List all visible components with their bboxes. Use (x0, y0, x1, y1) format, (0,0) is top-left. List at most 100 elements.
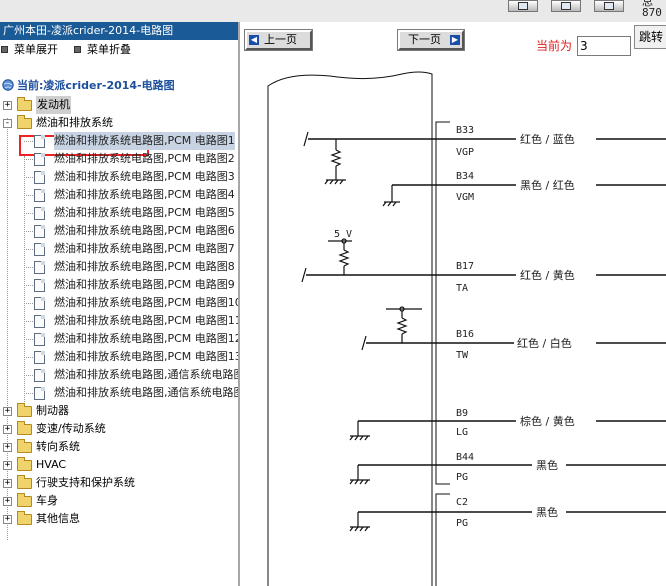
tree-connector-line (24, 141, 33, 142)
tree-doc-item[interactable]: 燃油和排放系统电路图,PCM 电路图2 (0, 150, 238, 168)
tree-doc-label: 燃油和排放系统电路图,PCM 电路图6 (54, 224, 235, 237)
document-icon (34, 261, 45, 274)
tree-connector-line (24, 285, 33, 286)
document-icon (34, 207, 45, 220)
tree-item-engine[interactable]: + 发动机 (0, 96, 238, 114)
folder-icon (17, 475, 32, 489)
tree-doc-label: 燃油和排放系统电路图,PCM 电路图10 (54, 296, 238, 309)
tree-item-brakes[interactable]: + 制动器 (0, 402, 238, 420)
collapse-toggle-icon[interactable]: - (3, 119, 12, 128)
tree-doc-item[interactable]: 燃油和排放系统电路图,PCM 电路图12 (0, 330, 238, 348)
tree-item-body[interactable]: + 车身 (0, 492, 238, 510)
folder-icon (17, 493, 32, 507)
tree-connector-line (24, 393, 33, 394)
tree-item-fuel-emission[interactable]: - 燃油和排放系统 (0, 114, 238, 132)
tree-doc-item[interactable]: 燃油和排放系统电路图,PCM 电路图13 (0, 348, 238, 366)
document-icon (34, 243, 45, 256)
tree-doc-item[interactable]: 燃油和排放系统电路图,PCM 电路图11 (0, 312, 238, 330)
tree-item-driving-support[interactable]: + 行驶支持和保护系统 (0, 474, 238, 492)
menu-expand-button[interactable]: 菜单展开 (1, 42, 58, 58)
expand-toggle-icon[interactable]: + (3, 461, 12, 470)
folder-icon (17, 457, 32, 471)
document-icon (34, 297, 45, 310)
wire-color-label: 黑色 / 红色 (520, 178, 575, 192)
expand-toggle-icon[interactable]: + (3, 479, 12, 488)
top-toolbar: 总 870 (0, 0, 666, 22)
tree-connector-line (24, 267, 33, 268)
menu-collapse-label: 菜单折叠 (87, 43, 131, 56)
pin-signal: VGM (456, 192, 474, 203)
wire-color-label: 黑色 (536, 458, 558, 472)
tree-doc-item[interactable]: 燃油和排放系统电路图,PCM 电路图10 (0, 294, 238, 312)
document-icon (34, 171, 45, 184)
tree-connector-line (24, 213, 33, 214)
tree-connector-line (24, 303, 33, 304)
tree-doc-item[interactable]: 燃油和排放系统电路图,PCM 电路图4 (0, 186, 238, 204)
tree-doc-label: 燃油和排放系统电路图,通信系统电路图1 (54, 368, 238, 381)
tree-item-label: 制动器 (36, 404, 69, 417)
tree-connector-line (24, 231, 33, 232)
tree-doc-item[interactable]: 燃油和排放系统电路图,PCM 电路图5 (0, 204, 238, 222)
pin-code: B16 (456, 329, 474, 340)
tree-doc-label: 燃油和排放系统电路图,通信系统电路图2 (54, 386, 238, 399)
tree-connector-line (24, 159, 33, 160)
tree-item-label: 车身 (36, 494, 58, 507)
tree-item-hvac[interactable]: + HVAC (0, 456, 238, 474)
tree-doc-item[interactable]: 燃油和排放系统电路图,通信系统电路图2 (0, 384, 238, 402)
tree-item-label: 燃油和排放系统 (36, 116, 113, 129)
jump-button[interactable]: 跳转 (634, 25, 666, 49)
expand-toggle-icon[interactable]: + (3, 443, 12, 452)
pin-signal: TA (456, 283, 468, 294)
tree-doc-item[interactable]: 燃油和排放系统电路图,PCM 电路图8 (0, 258, 238, 276)
page-number-input[interactable] (577, 36, 631, 56)
tree-doc-label: 燃油和排放系统电路图,PCM 电路图4 (54, 188, 235, 201)
previous-page-button[interactable]: ◀ 上一页 (244, 29, 313, 51)
tree-item-label: 转向系统 (36, 440, 80, 453)
menu-collapse-button[interactable]: 菜单折叠 (74, 42, 131, 58)
folder-icon (17, 511, 32, 525)
current-root[interactable]: 当前:凌派crider-2014-电路图 (2, 78, 175, 94)
tree-doc-label: 燃油和排放系统电路图,PCM 电路图11 (54, 314, 238, 327)
pin-code: B34 (456, 171, 474, 182)
tree-connector-line (24, 357, 33, 358)
document-icon (34, 225, 45, 238)
current-root-label: 当前:凌派crider-2014-电路图 (17, 79, 175, 92)
pin-signal: LG (456, 427, 468, 438)
tree-doc-item[interactable]: 燃油和排放系统电路图,通信系统电路图1 (0, 366, 238, 384)
globe-icon (2, 79, 14, 91)
expand-toggle-icon[interactable]: + (3, 407, 12, 416)
tree-doc-item[interactable]: 燃油和排放系统电路图,PCM 电路图7 (0, 240, 238, 258)
arrow-right-icon: ▶ (450, 35, 460, 45)
pin-signal: PG (456, 518, 468, 529)
folder-open-icon (17, 115, 32, 129)
tree-doc-item[interactable]: 燃油和排放系统电路图,PCM 电路图6 (0, 222, 238, 240)
wire-color-label: 红色 / 白色 (517, 336, 572, 350)
expand-toggle-icon[interactable]: + (3, 101, 12, 110)
tree-doc-item[interactable]: 燃油和排放系统电路图,PCM 电路图1 (0, 132, 238, 150)
expand-toggle-icon[interactable]: + (3, 515, 12, 524)
next-page-button[interactable]: 下一页 ▶ (397, 29, 465, 51)
toolbar-button-3[interactable] (594, 0, 624, 12)
folder-icon (17, 421, 32, 435)
arrow-left-icon: ◀ (249, 35, 259, 45)
wiring-diagram-canvas: 5 V B33 VGP 红色 / 蓝色 B34 VGM 黑色 / 红色 B17 … (267, 71, 666, 586)
window-icon (604, 2, 614, 10)
document-icon (34, 333, 45, 346)
expand-toggle-icon[interactable]: + (3, 425, 12, 434)
expand-toggle-icon[interactable]: + (3, 497, 12, 506)
toolbar-button-2[interactable] (551, 0, 581, 12)
toolbar-button-1[interactable] (508, 0, 538, 12)
tree-doc-label: 燃油和排放系统电路图,PCM 电路图8 (54, 260, 235, 273)
folder-icon (17, 439, 32, 453)
tree-doc-label: 燃油和排放系统电路图,PCM 电路图1 (54, 132, 235, 150)
window-icon (561, 2, 571, 10)
tree-item-transmission[interactable]: + 变速/传动系统 (0, 420, 238, 438)
tree-doc-item[interactable]: 燃油和排放系统电路图,PCM 电路图9 (0, 276, 238, 294)
wire-color-label: 棕色 / 黄色 (520, 414, 575, 428)
tree-item-other-info[interactable]: + 其他信息 (0, 510, 238, 528)
tree-connector-line (24, 375, 33, 376)
document-icon (34, 369, 45, 382)
tree-item-steering[interactable]: + 转向系统 (0, 438, 238, 456)
pin-signal: PG (456, 472, 468, 483)
tree-doc-item[interactable]: 燃油和排放系统电路图,PCM 电路图3 (0, 168, 238, 186)
